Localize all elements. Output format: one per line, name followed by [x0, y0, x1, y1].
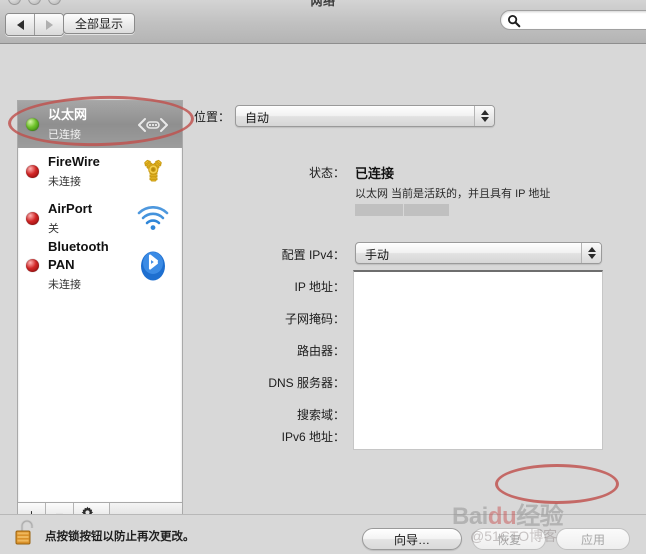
show-all-button[interactable]: 全部显示	[63, 13, 136, 34]
bluetooth-icon	[134, 249, 172, 283]
service-status: 未连接	[48, 278, 81, 291]
airport-wifi-icon	[134, 202, 172, 236]
sidebar-item-bluetooth-pan[interactable]: Bluetooth PAN 未连接	[18, 238, 182, 291]
configure-ipv4-value: 手动	[365, 248, 390, 262]
apply-button[interactable]: 应用	[556, 528, 630, 550]
ip-address-label: IP 地址：	[294, 280, 345, 294]
redacted-ip-block	[355, 204, 403, 216]
preferences-content: 位置： 自动 以太网 已连接 FireWire 未连接 AirPort 关 Bl…	[0, 44, 646, 536]
network-services-list[interactable]: 以太网 已连接 FireWire 未连接 AirPort 关 Bluetooth…	[17, 100, 183, 503]
status-indicator-red	[26, 259, 39, 272]
search-domains-label: 搜索域：	[296, 408, 345, 422]
popup-arrows-icon	[474, 106, 494, 126]
configure-ipv4-popup-button[interactable]: 手动	[355, 242, 602, 264]
field-values-panel[interactable]	[353, 270, 603, 450]
service-status: 关	[48, 222, 59, 235]
lock-hint-text: 点按锁按钮以防止再次更改。	[45, 531, 195, 543]
firewire-icon	[134, 155, 172, 189]
unlocked-padlock-icon[interactable]	[14, 518, 40, 548]
status-value: 已连接	[355, 166, 395, 181]
service-name: 以太网	[48, 107, 88, 123]
ipv6-address-label: IPv6 地址：	[281, 430, 345, 444]
assistant-button[interactable]: 向导…	[362, 528, 462, 550]
apply-label: 应用	[580, 532, 605, 547]
location-label: 位置：	[193, 110, 230, 124]
service-name: AirPort	[48, 201, 93, 217]
status-indicator-red	[26, 212, 39, 225]
service-status: 未连接	[48, 175, 81, 188]
window-titlebar: 网络 全部显示	[0, 0, 646, 44]
popup-arrows-icon	[581, 243, 601, 263]
search-icon	[507, 14, 521, 28]
revert-label: 恢复	[496, 532, 521, 547]
subnet-mask-label: 子网掩码：	[284, 312, 345, 326]
window-title: 网络	[310, 0, 336, 8]
ethernet-icon	[134, 108, 172, 142]
network-preferences-window: 网络 全部显示 位置： 自动 以太网 已连接 FireWire 未连接 AirP…	[0, 0, 646, 554]
location-popup-button[interactable]: 自动	[235, 105, 495, 127]
status-indicator-red	[26, 165, 39, 178]
sidebar-item-airport[interactable]: AirPort 关	[18, 195, 182, 242]
location-value: 自动	[245, 111, 270, 125]
router-label: 路由器：	[296, 344, 345, 358]
revert-button[interactable]: 恢复	[472, 528, 546, 550]
assistant-label: 向导…	[393, 532, 430, 547]
service-name: FireWire	[48, 154, 100, 170]
status-indicator-green	[26, 118, 39, 131]
forward-button[interactable]	[34, 14, 63, 35]
triangle-right-icon	[45, 19, 53, 30]
search-input[interactable]	[500, 10, 646, 30]
navigation-segmented-control	[5, 13, 64, 36]
back-button[interactable]	[6, 14, 34, 35]
configure-ipv4-label: 配置 IPv4：	[281, 248, 345, 262]
service-status: 已连接	[48, 128, 81, 141]
triangle-left-icon	[16, 19, 24, 30]
status-description: 以太网 当前是活跃的，并且具有 IP 地址	[355, 188, 551, 200]
sidebar-item-ethernet[interactable]: 以太网 已连接	[18, 101, 182, 148]
service-name: Bluetooth PAN	[48, 238, 109, 273]
show-all-label: 全部显示	[75, 17, 124, 31]
dns-servers-label: DNS 服务器：	[268, 376, 345, 390]
status-label: 状态：	[308, 166, 345, 180]
sidebar-item-firewire[interactable]: FireWire 未连接	[18, 148, 182, 195]
redacted-ip-block	[404, 204, 449, 216]
